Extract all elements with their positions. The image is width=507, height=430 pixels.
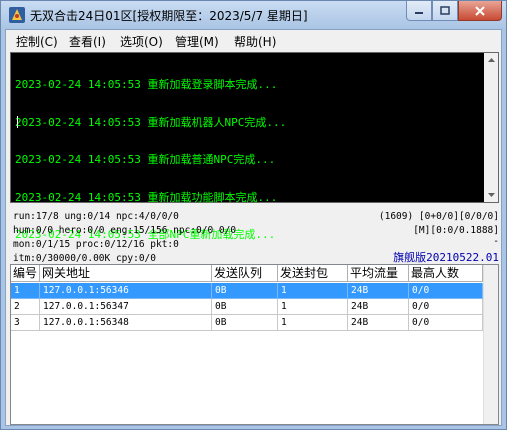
col-header-id[interactable]: 编号 xyxy=(11,265,40,282)
app-window: 无双合击24日01区[授权期限至：2023/5/7 星期日] 控制(C) 查看(… xyxy=(0,0,507,430)
version-label: 旗舰版20210522.01 xyxy=(393,251,499,264)
stat-dash: - xyxy=(493,236,499,247)
stat-mon: mon:0/1/15 proc:0/12/16 pkt:0 xyxy=(13,239,179,250)
menu-help[interactable]: 帮助(H) xyxy=(234,33,276,50)
stat-run: run:17/8 ung:0/14 npc:4/0/0/0 xyxy=(13,211,179,222)
cell-send-packets: 1 xyxy=(278,283,348,299)
cell-send-queue: 0B xyxy=(212,283,278,299)
menu-view[interactable]: 查看(I) xyxy=(69,33,106,50)
stat-memory: [M][0:0/0.1888] xyxy=(413,225,499,236)
scroll-down-button[interactable] xyxy=(484,188,498,202)
scroll-up-button[interactable] xyxy=(484,53,498,67)
col-header-gateway[interactable]: 网关地址 xyxy=(40,265,212,282)
cell-id: 1 xyxy=(11,283,40,299)
close-button[interactable] xyxy=(458,1,502,21)
cell-id: 3 xyxy=(11,315,40,331)
cell-avg-traffic: 24B xyxy=(348,299,409,315)
cell-gateway: 127.0.0.1:56348 xyxy=(40,315,212,331)
col-header-avg-traffic[interactable]: 平均流量 xyxy=(348,265,409,282)
text-cursor xyxy=(17,116,18,128)
log-line: 2023-02-24 14:05:53 重新加载登录脚本完成... xyxy=(15,78,278,91)
stat-itm: itm:0/30000/0.00K cpy:0/0 xyxy=(13,253,156,264)
log-console[interactable]: 2023-02-24 14:05:53 重新加载登录脚本完成... 2023-0… xyxy=(10,52,499,241)
maximize-icon xyxy=(440,5,450,15)
arrow-up-icon xyxy=(487,58,495,62)
cell-send-queue: 0B xyxy=(212,315,278,331)
cell-id: 2 xyxy=(11,299,40,315)
menu-manage[interactable]: 管理(M) xyxy=(175,33,219,50)
cell-max-players: 0/0 xyxy=(409,299,483,315)
cell-avg-traffic: 24B xyxy=(348,283,409,299)
table-row[interactable]: 1 127.0.0.1:56346 0B 1 24B 0/0 xyxy=(11,283,483,299)
console-scrollbar[interactable] xyxy=(484,53,498,202)
log-line: 2023-02-24 14:05:53 重新加载功能脚本完成... xyxy=(15,190,278,204)
cell-send-packets: 1 xyxy=(278,315,348,331)
close-icon xyxy=(475,5,485,16)
client-area: 控制(C) 查看(I) 选项(O) 管理(M) 帮助(H) 2023-02-24… xyxy=(5,29,502,426)
stat-counter: (1609) [0+0/0][0/0/0] xyxy=(378,211,499,222)
menu-bar: 控制(C) 查看(I) 选项(O) 管理(M) 帮助(H) xyxy=(6,30,501,52)
menu-control[interactable]: 控制(C) xyxy=(16,33,58,50)
arrow-down-icon xyxy=(487,193,495,197)
window-title: 无双合击24日01区[授权期限至：2023/5/7 星期日] xyxy=(30,9,308,23)
status-panel: run:17/8 ung:0/14 npc:4/0/0/0 hum:0/0 he… xyxy=(10,207,499,265)
cell-avg-traffic: 24B xyxy=(348,315,409,331)
table-scrollbar[interactable] xyxy=(483,265,498,424)
log-line: 2023-02-24 14:05:53 重新加载机器人NPC完成... xyxy=(15,115,287,129)
cell-send-queue: 0B xyxy=(212,299,278,315)
table-row[interactable]: 2 127.0.0.1:56347 0B 1 24B 0/0 xyxy=(11,299,483,315)
table-header: 编号 网关地址 发送队列 发送封包 平均流量 最高人数 xyxy=(11,265,483,282)
log-line: 2023-02-24 14:05:53 重新加载普通NPC完成... xyxy=(15,153,276,166)
col-header-max-players[interactable]: 最高人数 xyxy=(409,265,483,282)
table-row[interactable]: 3 127.0.0.1:56348 0B 1 24B 0/0 xyxy=(11,315,483,331)
cell-gateway: 127.0.0.1:56346 xyxy=(40,283,212,299)
cell-gateway: 127.0.0.1:56347 xyxy=(40,299,212,315)
col-header-send-packets[interactable]: 发送封包 xyxy=(278,265,348,282)
title-bar[interactable]: 无双合击24日01区[授权期限至：2023/5/7 星期日] xyxy=(1,1,506,29)
stat-hum: hum:0/0 hero:0/0 eng:15/156 npc:0/0 0/0 xyxy=(13,225,237,236)
minimize-icon xyxy=(415,11,423,14)
minimize-button[interactable] xyxy=(406,1,432,21)
cell-max-players: 0/0 xyxy=(409,283,483,299)
col-header-send-queue[interactable]: 发送队列 xyxy=(212,265,278,282)
app-icon xyxy=(9,7,25,23)
menu-options[interactable]: 选项(O) xyxy=(120,33,163,50)
gateway-table[interactable]: 编号 网关地址 发送队列 发送封包 平均流量 最高人数 1 127.0.0.1:… xyxy=(10,264,499,425)
maximize-button[interactable] xyxy=(432,1,458,21)
cell-send-packets: 1 xyxy=(278,299,348,315)
cell-max-players: 0/0 xyxy=(409,315,483,331)
